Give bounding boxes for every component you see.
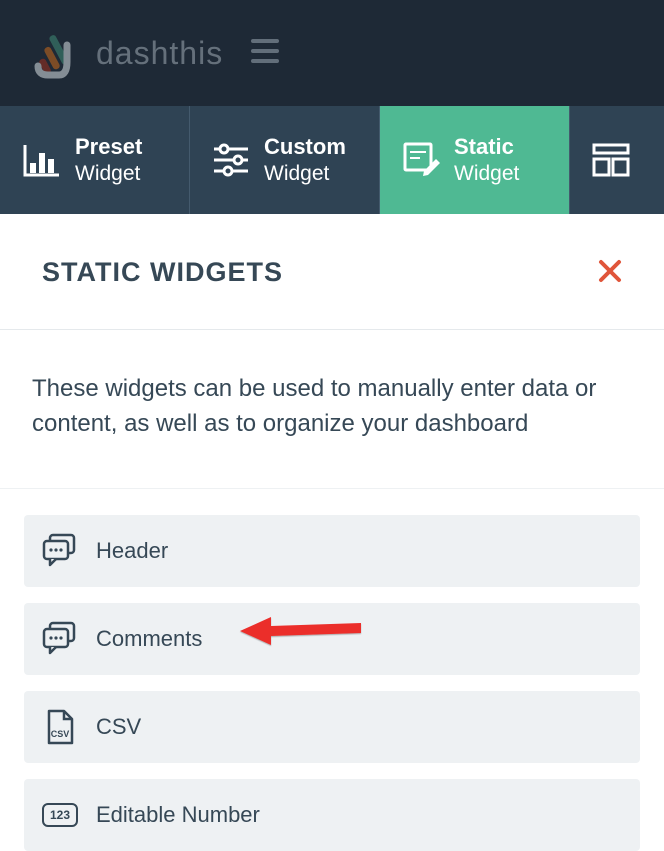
widget-option-csv[interactable]: CSV CSV	[24, 691, 640, 763]
widget-label: CSV	[96, 714, 141, 740]
csv-file-icon: CSV	[42, 709, 78, 745]
widget-option-header[interactable]: Header	[24, 515, 640, 587]
widget-label: Editable Number	[96, 802, 260, 828]
tab-custom-widget[interactable]: Custom Widget	[190, 106, 380, 214]
brand-name: dashthis	[96, 35, 223, 72]
widget-label: Header	[96, 538, 168, 564]
widget-type-tabs: Preset Widget Custom Widget	[0, 106, 664, 214]
widget-label: Comments	[96, 626, 202, 652]
comment-icon	[42, 533, 78, 569]
panel-title: STATIC WIDGETS	[42, 257, 283, 288]
panel-header: STATIC WIDGETS	[0, 214, 664, 330]
tab-preset-widget[interactable]: Preset Widget	[0, 106, 190, 214]
tab-sub: Widget	[264, 161, 346, 187]
number-badge-icon: 123	[42, 797, 78, 833]
svg-text:CSV: CSV	[51, 729, 70, 739]
tab-sub: Widget	[454, 161, 519, 187]
close-button[interactable]	[598, 254, 622, 291]
brand-logo[interactable]: dashthis	[24, 26, 223, 80]
tab-title: Preset	[75, 133, 142, 161]
edit-note-icon	[402, 141, 440, 179]
logo-icon	[24, 26, 78, 80]
layout-icon	[592, 141, 630, 179]
app-header: dashthis	[0, 0, 664, 106]
comment-icon	[42, 621, 78, 657]
menu-icon[interactable]	[251, 39, 279, 68]
tab-partial[interactable]	[570, 106, 656, 214]
panel-description: These widgets can be used to manually en…	[0, 330, 664, 489]
tab-title: Custom	[264, 133, 346, 161]
tab-static-widget[interactable]: Static Widget	[380, 106, 570, 214]
tab-title: Static	[454, 133, 519, 161]
widget-list: Header Comments CSV CSV 123	[0, 489, 664, 851]
close-icon	[598, 254, 622, 290]
bar-chart-icon	[23, 141, 61, 179]
widget-option-editable-number[interactable]: 123 Editable Number	[24, 779, 640, 851]
sliders-icon	[212, 141, 250, 179]
widget-option-comments[interactable]: Comments	[24, 603, 640, 675]
tab-sub: Widget	[75, 161, 142, 187]
